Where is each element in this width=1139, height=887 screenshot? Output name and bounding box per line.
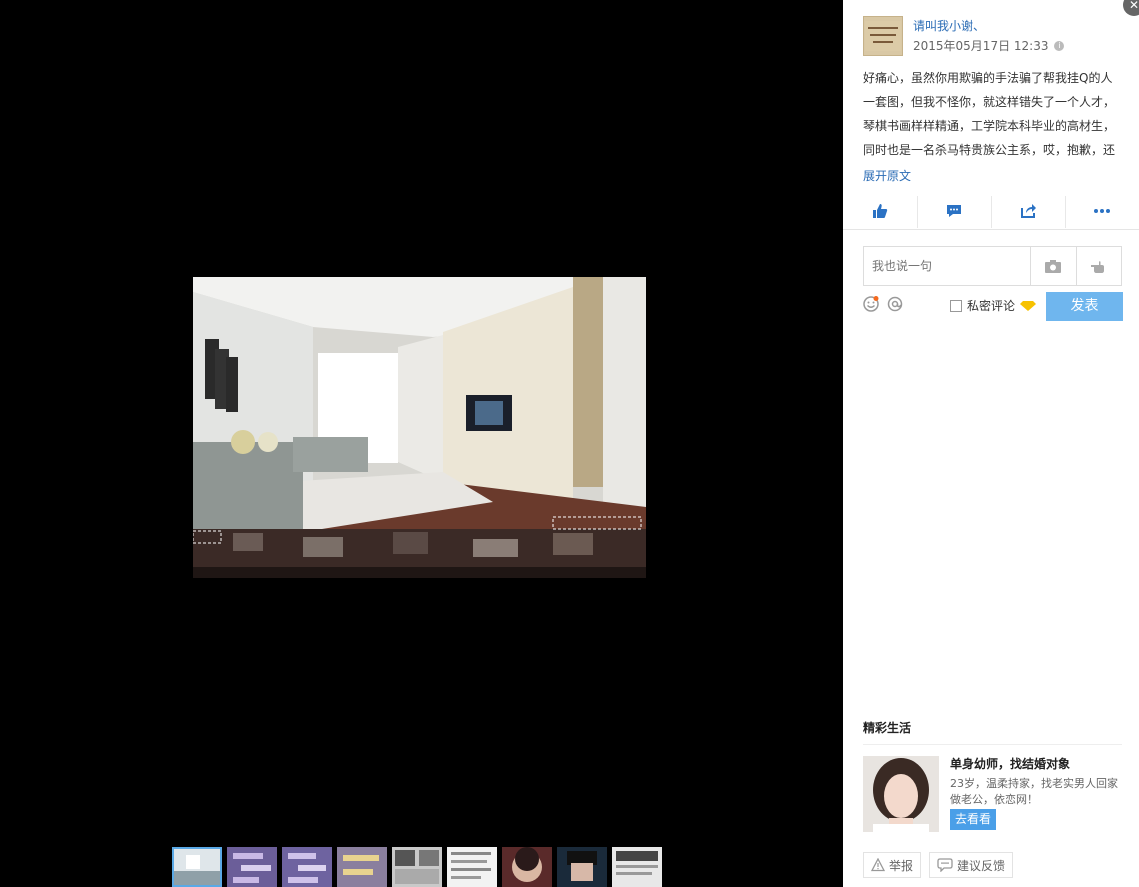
- report-label: 举报: [889, 858, 914, 873]
- recommend-title: 精彩生活: [863, 721, 912, 735]
- avatar[interactable]: [863, 16, 903, 56]
- private-comment-label: 私密评论: [967, 299, 1016, 313]
- comment-button[interactable]: [917, 193, 991, 229]
- ad-image[interactable]: [863, 756, 939, 832]
- avatar-image: [865, 21, 901, 51]
- ad-title[interactable]: 单身幼师，找结婚对象: [950, 756, 1070, 772]
- more-button[interactable]: [1065, 193, 1139, 229]
- thumbnail-chat[interactable]: [282, 847, 332, 887]
- thumbnail-collage[interactable]: [392, 847, 442, 887]
- feedback-label: 建议反馈: [957, 858, 1006, 873]
- photo-viewer: [0, 0, 843, 887]
- thumbnail-portrait[interactable]: [502, 847, 552, 887]
- panel-footer: 举报 建议反馈: [863, 852, 1014, 878]
- author-name[interactable]: 请叫我小谢、: [913, 17, 1064, 35]
- comment-box: [863, 246, 1122, 286]
- thumbnail-chat[interactable]: [227, 847, 277, 887]
- share-button[interactable]: [991, 193, 1065, 229]
- comment-tools: [863, 296, 903, 312]
- feedback-icon: [937, 858, 953, 872]
- action-bar: [843, 193, 1139, 230]
- thumbnail-list[interactable]: [447, 847, 497, 887]
- divider: [863, 744, 1122, 745]
- private-comment-option[interactable]: 私密评论: [950, 297, 1037, 314]
- comment-input[interactable]: [864, 247, 1030, 285]
- poke-button[interactable]: [1075, 247, 1122, 285]
- private-comment-checkbox[interactable]: [950, 299, 962, 312]
- recommend-ad[interactable]: 单身幼师，找结婚对象 23岁，温柔持家，找老实男人回家做老公，依恋网！ 去看看: [863, 756, 1123, 832]
- report-button[interactable]: 举报: [863, 852, 922, 878]
- main-photo[interactable]: [193, 277, 646, 578]
- thumbs-up-icon: [873, 204, 888, 218]
- info-icon[interactable]: i: [1054, 41, 1065, 51]
- more-icon: [1094, 209, 1110, 213]
- post-author: 请叫我小谢、 2015年05月17日 12:33 i: [863, 16, 1065, 56]
- thumbnail-room[interactable]: [172, 847, 222, 887]
- ad-description: 23岁，温柔持家，找老实男人回家做老公，依恋网！: [950, 777, 1118, 806]
- post-content: 好痛心，虽然你用欺骗的手法骗了帮我挂Q的人一套图，但我不怪你，就这样错失了一个人…: [863, 71, 1116, 157]
- thumbnail-chat[interactable]: [337, 847, 387, 887]
- camera-icon: [1045, 259, 1062, 273]
- feedback-button[interactable]: 建议反馈: [929, 852, 1014, 878]
- share-icon: [1021, 204, 1036, 218]
- diamond-icon: [1020, 300, 1037, 311]
- warning-icon: [871, 858, 885, 872]
- mention-icon[interactable]: [887, 296, 903, 312]
- thumbnail-portrait[interactable]: [557, 847, 607, 887]
- comment-icon: [947, 205, 961, 217]
- thumbnail-strip: [172, 847, 662, 887]
- close-icon[interactable]: ✕: [1123, 0, 1139, 16]
- upload-photo-button[interactable]: [1030, 247, 1076, 285]
- emoji-icon[interactable]: [863, 296, 879, 312]
- post-comment-button[interactable]: 发表: [1046, 292, 1123, 321]
- post-time-text: 2015年05月17日 12:33: [913, 39, 1049, 53]
- detail-panel: ✕ 请叫我小谢、 2015年05月17日 12:33 i 好痛心，虽然你用欺骗的…: [843, 0, 1139, 887]
- post-time: 2015年05月17日 12:33 i: [913, 37, 1065, 55]
- ad-view-button[interactable]: 去看看: [950, 809, 996, 830]
- like-button[interactable]: [843, 193, 917, 229]
- thumbnail-screenshot[interactable]: [612, 847, 662, 887]
- expand-link[interactable]: 展开原文: [863, 166, 911, 186]
- pointing-hand-icon: [1090, 261, 1104, 273]
